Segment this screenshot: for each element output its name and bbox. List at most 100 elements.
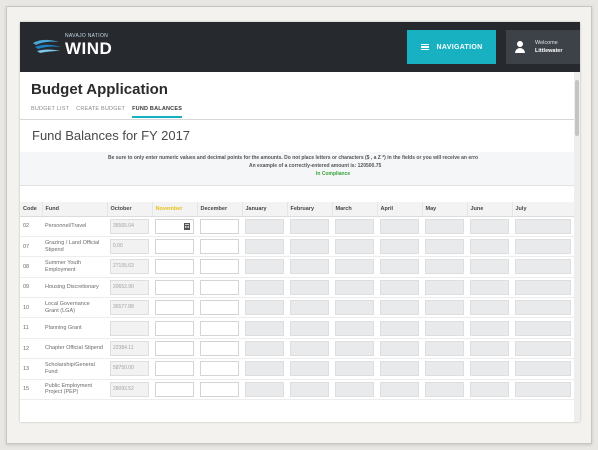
cell-april	[377, 317, 422, 339]
november-amount-input[interactable]	[155, 218, 194, 234]
header-fund: Fund	[42, 202, 108, 217]
december-amount-input[interactable]	[200, 320, 239, 336]
february-amount-input	[290, 259, 329, 275]
july-amount-input	[515, 341, 571, 357]
november-amount-input[interactable]	[155, 300, 194, 316]
header-november: November	[152, 202, 198, 217]
navajo-wind-logo[interactable]: NAVAJO NATION WIND	[32, 32, 122, 62]
calculator-icon[interactable]	[184, 222, 190, 230]
fund-balances-table: Code Fund October November December Janu…	[20, 202, 575, 401]
cell-may	[422, 379, 467, 401]
row-fund-name: Public Employment Project (PEP)	[42, 379, 107, 401]
march-amount-input	[335, 239, 374, 255]
may-amount-input	[425, 320, 464, 336]
november-amount-input[interactable]	[155, 341, 194, 357]
february-amount-input	[290, 300, 329, 316]
scrollbar-thumb[interactable]	[575, 80, 579, 136]
june-amount-input	[470, 341, 509, 357]
cell-april	[377, 236, 422, 258]
october-amount: 22384.11	[110, 341, 149, 357]
cell-january	[242, 358, 287, 380]
december-amount-input[interactable]	[200, 300, 239, 316]
tab-budget-list[interactable]: BUDGET LIST	[31, 106, 69, 118]
december-amount-input[interactable]	[200, 259, 239, 275]
may-amount-input	[425, 381, 464, 397]
table-row: 13 Scholarship/General Fund 58750.00	[20, 358, 574, 380]
sub-navigation: BUDGET LIST CREATE BUDGET FUND BALANCES	[31, 106, 183, 118]
july-amount-input	[515, 320, 571, 336]
november-amount-input[interactable]	[155, 279, 194, 295]
row-code: 07	[20, 236, 42, 258]
cell-february	[287, 358, 332, 380]
cell-july	[512, 236, 574, 258]
february-amount-input	[290, 320, 329, 336]
header-april: April	[377, 202, 423, 217]
logo-text: WIND	[65, 39, 113, 58]
cell-february	[287, 317, 332, 339]
december-amount-input[interactable]	[200, 341, 239, 357]
january-amount-input	[245, 259, 284, 275]
cell-february	[287, 297, 332, 319]
december-amount-input[interactable]	[200, 381, 239, 397]
june-amount-input	[470, 320, 509, 336]
tab-create-budget[interactable]: CREATE BUDGET	[76, 106, 125, 118]
november-amount-input[interactable]	[155, 361, 194, 377]
header-february: February	[287, 202, 333, 217]
january-amount-input	[245, 239, 284, 255]
april-amount-input	[380, 300, 419, 316]
cell-july	[512, 297, 574, 319]
october-amount: 36565.04	[110, 218, 149, 234]
cell-june	[467, 236, 512, 258]
may-amount-input	[425, 300, 464, 316]
cell-june	[467, 216, 512, 237]
cell-july	[512, 256, 574, 278]
row-code: 11	[20, 317, 42, 339]
vertical-scrollbar[interactable]	[574, 72, 580, 422]
july-amount-input	[515, 259, 571, 275]
april-amount-input	[380, 259, 419, 275]
tab-fund-balances[interactable]: FUND BALANCES	[132, 106, 183, 118]
cell-november	[152, 297, 197, 319]
header-december: December	[197, 202, 243, 217]
row-fund-name: Grazing / Land Official Stipend	[42, 236, 107, 258]
cell-june	[467, 256, 512, 278]
may-amount-input	[425, 239, 464, 255]
cell-june	[467, 297, 512, 319]
may-amount-input	[425, 279, 464, 295]
december-amount-input[interactable]	[200, 218, 239, 234]
cell-january	[242, 317, 287, 339]
cell-october: 27155.63	[107, 256, 152, 278]
june-amount-input	[470, 361, 509, 377]
cell-october: 58750.00	[107, 358, 152, 380]
january-amount-input	[245, 300, 284, 316]
cell-november	[152, 358, 197, 380]
november-amount-input[interactable]	[155, 320, 194, 336]
navigation-button[interactable]: NAVIGATION	[407, 30, 496, 64]
november-amount-input[interactable]	[155, 259, 194, 275]
february-amount-input	[290, 361, 329, 377]
november-amount-input[interactable]	[155, 381, 194, 397]
february-amount-input	[290, 239, 329, 255]
january-amount-input	[245, 320, 284, 336]
july-amount-input	[515, 279, 571, 295]
notice-example: An example of a correctly-entered amount…	[249, 163, 382, 169]
december-amount-input[interactable]	[200, 239, 239, 255]
december-amount-input[interactable]	[200, 279, 239, 295]
table-row: 11 Planning Grant	[20, 317, 574, 339]
table-row: 12 Chapter Official Stipend 22384.11	[20, 338, 574, 360]
row-code: 10	[20, 297, 42, 319]
april-amount-input	[380, 320, 419, 336]
wind-logo-icon	[33, 39, 61, 53]
table-row: 08 Summer Youth Employment 27155.63	[20, 256, 574, 278]
cell-june	[467, 277, 512, 299]
cell-october: 0.00	[107, 236, 152, 258]
row-code: 12	[20, 338, 42, 360]
december-amount-input[interactable]	[200, 361, 239, 377]
cell-july	[512, 216, 574, 237]
header-june: June	[467, 202, 513, 217]
november-amount-input[interactable]	[155, 239, 194, 255]
table-row: 15 Public Employment Project (PEP) 28092.5…	[20, 379, 574, 401]
cell-february	[287, 256, 332, 278]
row-fund-name: Scholarship/General Fund	[42, 358, 107, 380]
user-menu[interactable]: Welcome Littlewater	[506, 30, 580, 64]
